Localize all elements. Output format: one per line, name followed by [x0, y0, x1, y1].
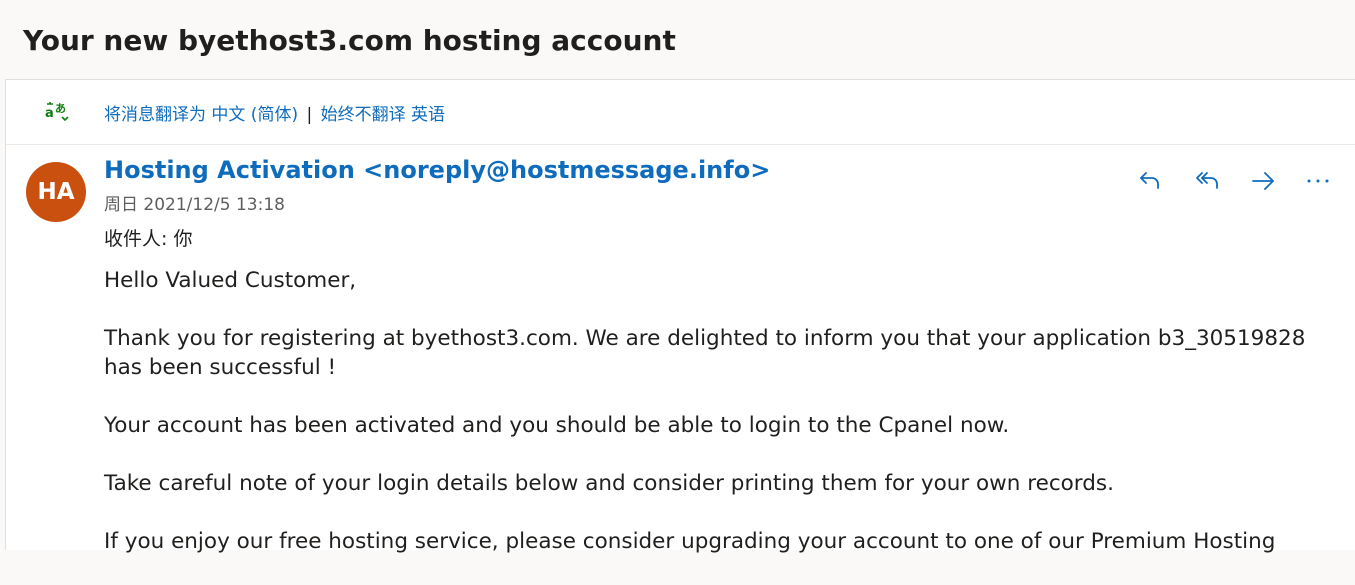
body-paragraph: Hello Valued Customer, — [104, 268, 357, 293]
recipient-name[interactable]: 你 — [173, 228, 192, 250]
body-paragraph: If you enjoy our free hosting service, p… — [104, 529, 1276, 554]
body-paragraph: Thank you for registering at byethost3.c… — [104, 326, 1306, 380]
body-paragraph: Your account has been activated and you … — [104, 413, 1010, 438]
recipient-label: 收件人: — [104, 228, 168, 250]
svg-text:あ: あ — [55, 102, 66, 115]
sent-date: 周日 2021/12/5 13:18 — [104, 195, 285, 215]
translate-icon: a あ — [45, 102, 69, 122]
recipient-line: 收件人: 你 — [104, 224, 192, 251]
sender-name[interactable]: Hosting Activation <noreply@hostmessage.… — [104, 156, 770, 184]
email-subject: Your new byethost3.com hosting account — [23, 24, 676, 57]
reply-icon[interactable] — [1136, 166, 1168, 196]
forward-icon[interactable] — [1248, 166, 1280, 196]
reading-pane: a あ 将消息翻译为 中文 (简体) | 始终不翻译 英语 HA Hosting… — [5, 79, 1355, 554]
translate-separator: | — [306, 105, 313, 125]
body-paragraph: Take careful note of your login details … — [104, 471, 1114, 496]
svg-text:a: a — [45, 106, 54, 121]
translate-links: 将消息翻译为 中文 (简体) | 始终不翻译 英语 — [104, 100, 445, 125]
translate-message-link[interactable]: 将消息翻译为 中文 (简体) — [104, 105, 298, 125]
reply-all-icon[interactable] — [1192, 166, 1224, 196]
never-translate-link[interactable]: 始终不翻译 英语 — [321, 105, 445, 125]
subject-bar: Your new byethost3.com hosting account — [0, 0, 1355, 80]
more-icon[interactable] — [1302, 166, 1334, 196]
avatar[interactable]: HA — [26, 162, 86, 222]
translate-bar: a あ 将消息翻译为 中文 (简体) | 始终不翻译 英语 — [6, 80, 1355, 145]
message-body: Hello Valued Customer, Thank you for reg… — [104, 266, 1324, 585]
